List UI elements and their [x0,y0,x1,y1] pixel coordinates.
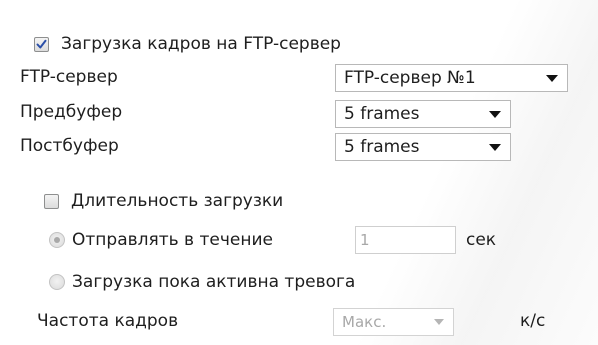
ftp-server-select[interactable]: FTP-сервер №1 [335,64,568,92]
upload-duration-checkbox[interactable] [44,193,59,209]
upload-to-ftp-checkbox[interactable] [34,36,49,52]
ftp-server-value: FTP-сервер №1 [344,68,476,88]
frame-rate-label: Частота кадров [37,311,179,331]
while-alarm-active-label: Загрузка пока активна тревога [72,272,356,292]
postbuffer-select[interactable]: 5 frames [335,133,511,161]
upload-to-ftp-label: Загрузка кадров на FTP-сервер [61,34,341,54]
fps-unit-label: к/с [520,311,546,331]
chevron-down-icon [489,143,501,151]
chevron-down-icon [489,110,501,118]
prebuffer-select[interactable]: 5 frames [335,100,511,128]
postbuffer-label: Постбуфер [20,136,119,156]
send-during-radio[interactable] [49,232,65,248]
upload-duration-label: Длительность загрузки [71,191,284,211]
send-during-label: Отправлять в течение [72,230,273,250]
while-alarm-active-radio[interactable] [49,274,65,290]
ftp-server-label: FTP-сервер [20,67,118,87]
ftp-upload-settings-panel: Загрузка кадров на FTP-сервер FTP-сервер… [0,0,598,345]
postbuffer-value: 5 frames [344,137,420,157]
prebuffer-value: 5 frames [344,104,420,124]
frame-rate-value: Макс. [342,313,387,331]
seconds-unit-label: сек [466,230,497,250]
chevron-down-icon [434,319,444,325]
frame-rate-select[interactable]: Макс. [333,308,454,336]
chevron-down-icon [546,74,558,82]
upload-duration-option[interactable]: Длительность загрузки [44,186,283,216]
checkmark-icon [36,39,47,48]
send-during-seconds-value: 1 [360,231,370,249]
while-alarm-active-option[interactable]: Загрузка пока активна тревога [49,267,355,297]
radio-dot-icon [54,237,60,243]
prebuffer-label: Предбуфер [20,102,123,122]
upload-to-ftp-option[interactable]: Загрузка кадров на FTP-сервер [34,29,341,59]
send-during-option[interactable]: Отправлять в течение [49,225,273,255]
send-during-seconds-input[interactable]: 1 [355,226,456,254]
